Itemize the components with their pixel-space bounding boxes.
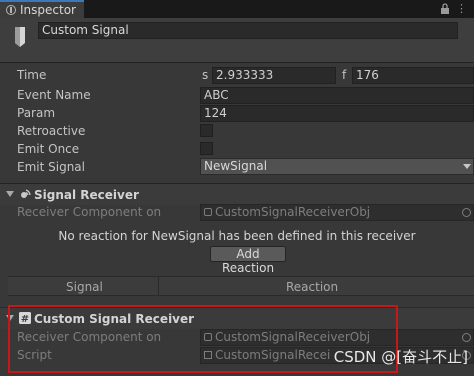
signal-receiver-title: Signal Receiver [34, 188, 139, 202]
event-name-field[interactable]: ABC [200, 87, 474, 104]
emit-once-checkbox[interactable] [200, 142, 213, 155]
signal-receiver-header[interactable]: Signal Receiver [0, 183, 474, 205]
foldout-arrow-icon[interactable] [6, 191, 14, 197]
tab-inspector[interactable]: Inspector [0, 0, 84, 18]
param-label: Param [17, 106, 56, 120]
emit-signal-dropdown[interactable]: NewSignal [200, 158, 474, 175]
reaction-table-header: Signal Reaction [8, 276, 474, 296]
retroactive-label: Retroactive [17, 124, 86, 138]
add-reaction-button[interactable]: Add Reaction [210, 246, 286, 275]
info-icon [6, 5, 16, 15]
seconds-field[interactable]: 2.933333 [212, 67, 336, 84]
seconds-tag: s [202, 68, 209, 82]
tab-label: Inspector [20, 3, 76, 17]
object-name-field[interactable]: Custom Signal [38, 22, 458, 39]
receiver-object-value: CustomSignalReceiverObj [215, 205, 371, 219]
param-field[interactable]: 124 [200, 105, 474, 122]
emit-signal-value: NewSignal [204, 159, 268, 173]
frames-tag: f [342, 68, 347, 82]
receiver-component-label: Receiver Component on [17, 205, 162, 219]
object-picker-icon[interactable] [462, 208, 471, 217]
more-icon[interactable]: ⋮ [456, 3, 467, 15]
time-label: Time [17, 68, 47, 82]
event-name-label: Event Name [17, 88, 91, 102]
lock-icon[interactable] [440, 3, 450, 15]
signal-receiver-icon [21, 189, 31, 198]
emit-once-label: Emit Once [17, 142, 80, 156]
column-reaction: Reaction [286, 280, 339, 294]
watermark-text: CSDN @[奋斗不止] [333, 348, 468, 366]
column-signal: Signal [66, 280, 103, 294]
chevron-down-icon [463, 164, 471, 169]
frames-field[interactable]: 176 [352, 67, 474, 84]
no-reaction-message: No reaction for NewSignal has been defin… [58, 229, 416, 243]
object-picker-icon[interactable] [462, 333, 471, 342]
signal-asset-icon [15, 27, 25, 47]
gameobject-icon [204, 208, 212, 216]
retroactive-checkbox[interactable] [200, 124, 213, 137]
column-divider [158, 277, 159, 295]
receiver-object-field: CustomSignalReceiverObj [200, 204, 474, 221]
tab-bar: Inspector ⋮ [0, 0, 474, 18]
emit-signal-label: Emit Signal [17, 160, 85, 174]
